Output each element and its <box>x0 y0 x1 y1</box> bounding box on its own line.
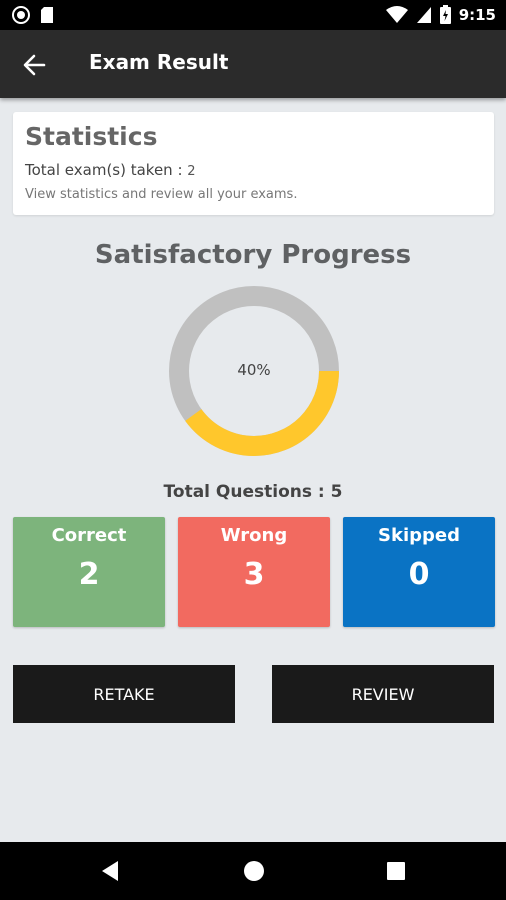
nav-home-button[interactable] <box>239 857 269 885</box>
skipped-count: 0 <box>408 557 430 592</box>
app-bar: Exam Result <box>0 30 506 98</box>
wrong-tile: Wrong 3 <box>178 517 330 627</box>
battery-icon <box>439 5 451 24</box>
wrong-count: 3 <box>243 557 265 592</box>
skipped-tile: Skipped 0 <box>343 517 495 627</box>
nav-back-icon <box>102 861 118 881</box>
correct-label: Correct <box>51 525 127 546</box>
statistics-card[interactable]: Statistics Total exam(s) taken : 2 View … <box>13 112 494 215</box>
progress-title: Satisfactory Progress <box>94 240 412 270</box>
status-right-icons: 9:15 <box>385 5 496 24</box>
status-left-icons <box>12 6 54 24</box>
skipped-label: Skipped <box>378 525 460 546</box>
nav-recents-icon <box>387 862 405 880</box>
nav-recents-button[interactable] <box>381 857 411 885</box>
arrow-left-icon <box>23 54 46 76</box>
navigation-bar <box>0 842 506 900</box>
signal-icon <box>416 6 431 23</box>
total-exams-line: Total exam(s) taken : 2 <box>25 161 196 179</box>
total-exams-value: 2 <box>187 164 196 179</box>
statistics-subtitle: View statistics and review all your exam… <box>25 187 298 202</box>
total-exams-label: Total exam(s) taken : <box>25 161 183 179</box>
review-button[interactable]: REVIEW <box>272 665 494 723</box>
retake-button[interactable]: RETAKE <box>13 665 235 723</box>
page-title: Exam Result <box>89 50 229 74</box>
record-icon <box>12 6 30 24</box>
nav-home-icon <box>244 861 264 881</box>
status-time: 9:15 <box>458 5 496 24</box>
back-button[interactable] <box>18 50 52 80</box>
wifi-icon <box>385 5 408 23</box>
wrong-label: Wrong <box>220 525 288 546</box>
correct-count: 2 <box>78 557 100 592</box>
status-bar: 9:15 <box>0 0 506 30</box>
statistics-title: Statistics <box>25 122 158 151</box>
total-questions: Total Questions : 5 <box>163 482 343 502</box>
progress-percent: 40% <box>237 361 271 379</box>
nav-back-button[interactable] <box>96 857 126 885</box>
correct-tile: Correct 2 <box>13 517 165 627</box>
sd-card-icon <box>41 7 53 23</box>
